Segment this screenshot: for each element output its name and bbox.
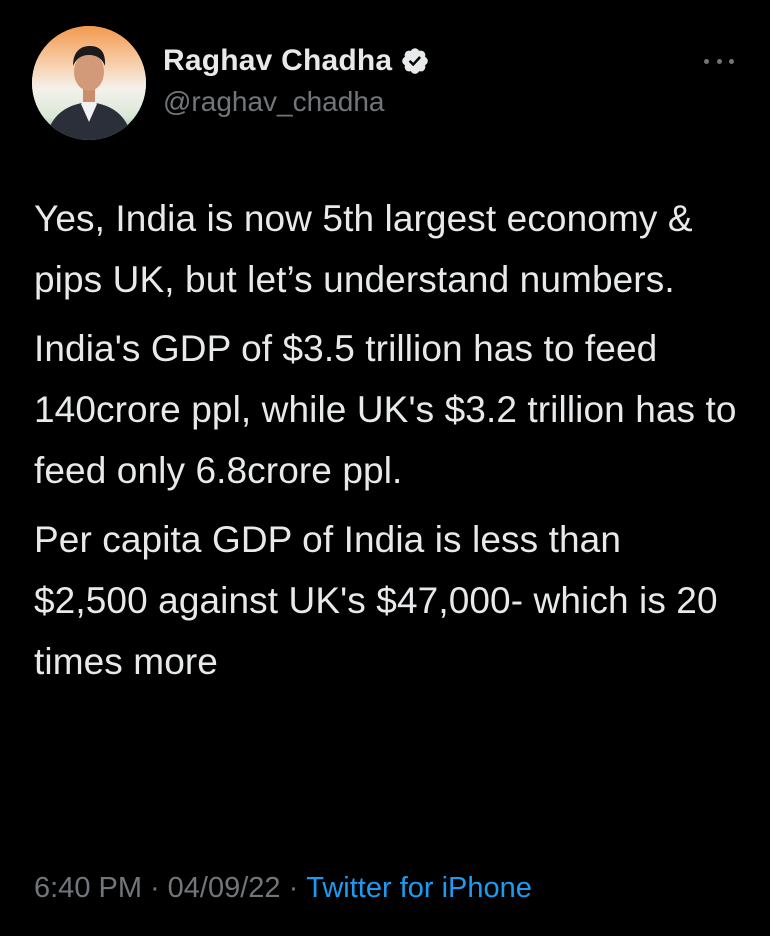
more-horizontal-icon[interactable]: [704, 50, 734, 72]
tweet-meta: 6:40 PM · 04/09/22 · Twitter for iPhone: [34, 868, 532, 908]
meta-separator: ·: [288, 872, 299, 904]
tweet-time[interactable]: 6:40 PM: [34, 872, 142, 904]
more-dot: [704, 58, 709, 64]
user-handle[interactable]: @raghav_chadha: [163, 82, 430, 122]
tweet-date[interactable]: 04/09/22: [168, 872, 281, 904]
display-name[interactable]: Raghav Chadha: [163, 42, 392, 80]
tweet-paragraph: Per capita GDP of India is less than $2,…: [34, 519, 718, 682]
author-block: Raghav Chadha @raghav_chadha: [163, 42, 430, 122]
profile-photo: [32, 26, 146, 140]
meta-separator: ·: [150, 872, 160, 904]
avatar[interactable]: [32, 26, 146, 140]
tweet-text: Yes, India is now 5th largest economy & …: [34, 188, 744, 700]
more-dot: [729, 58, 734, 64]
name-row: Raghav Chadha: [163, 42, 430, 80]
tweet-paragraph: India's GDP of $3.5 trillion has to feed…: [34, 328, 737, 491]
tweet-source-link[interactable]: Twitter for iPhone: [306, 872, 532, 904]
tweet-paragraph: Yes, India is now 5th largest economy & …: [34, 198, 693, 300]
verified-badge-icon: [400, 46, 430, 76]
more-dot: [716, 58, 722, 64]
